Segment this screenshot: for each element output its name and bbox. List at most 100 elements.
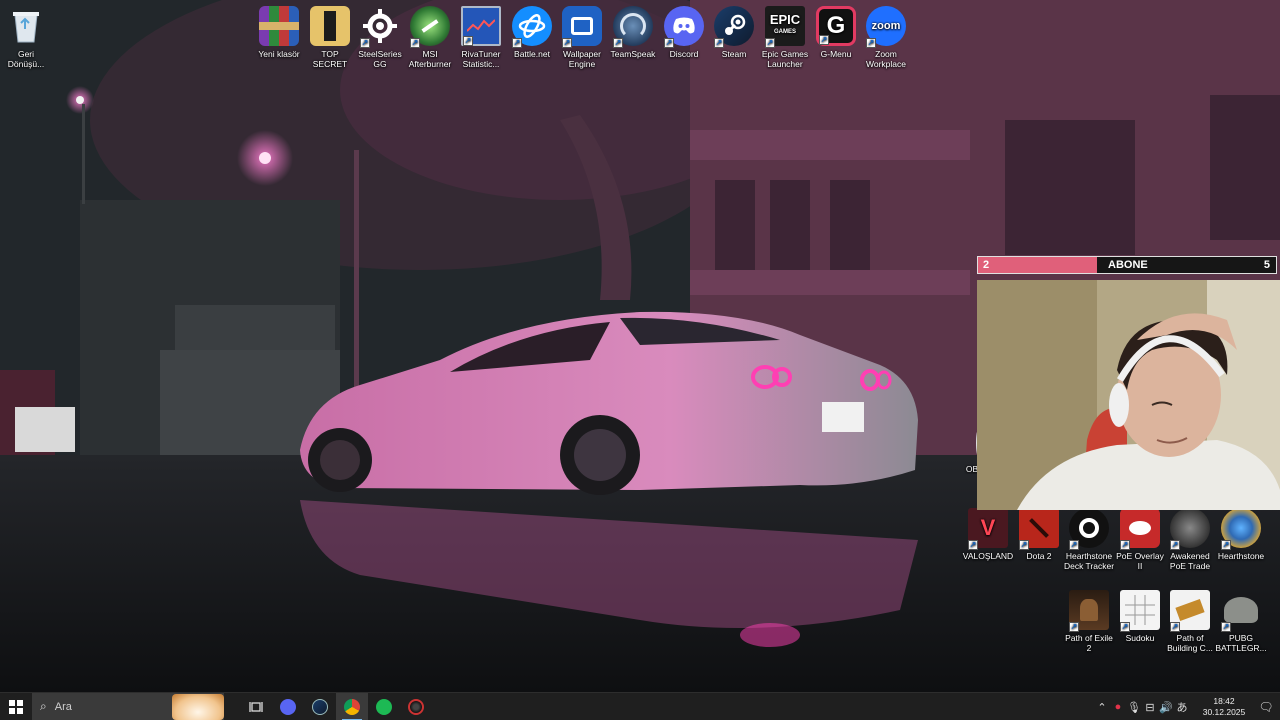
awakened-poe-icon: ↗ xyxy=(1170,508,1210,550)
wallpaper-engine-icon: ↗ xyxy=(562,6,602,48)
clock-date: 30.12.2025 xyxy=(1202,707,1246,717)
recycle-bin-icon xyxy=(6,6,46,46)
desktop-icon-label: Path of Building C... xyxy=(1167,633,1213,653)
desktop-icon-steam[interactable]: ↗ Steam xyxy=(708,6,760,59)
shortcut-arrow-icon: ↗ xyxy=(1221,540,1231,550)
shortcut-arrow-icon: ↗ xyxy=(1019,540,1029,550)
subscriber-goal-widget: 2 ABONE 5 xyxy=(977,256,1277,274)
discord-icon: ↗ xyxy=(664,6,704,48)
taskbar: ⌕ Ara ⌃ ● 🎙 ⊟ 🔊 あ 18:42 30.12.2025 🗨 xyxy=(0,692,1280,720)
desktop-icon-teamspeak[interactable]: ↗ TeamSpeak xyxy=(607,6,659,59)
poe-overlay-icon: ↗ xyxy=(1120,508,1160,550)
desktop-icon-label: G-Menu xyxy=(820,49,852,59)
start-button[interactable] xyxy=(0,693,32,720)
steelseries-icon: ↗ xyxy=(360,6,400,48)
desktop-icon-rivatuner[interactable]: ↗ RivaTuner Statistic... xyxy=(455,6,507,69)
taskbar-search-box[interactable]: ⌕ Ara xyxy=(32,692,224,720)
desktop-icon-steelseries-gg[interactable]: ↗ SteelSeries GG xyxy=(354,6,406,69)
shortcut-arrow-icon: ↗ xyxy=(1120,540,1130,550)
hdt-icon: ↗ xyxy=(1069,508,1109,550)
taskbar-clock[interactable]: 18:42 30.12.2025 xyxy=(1196,696,1252,718)
desktop-icon-label: Yeni klasör xyxy=(258,49,300,59)
notification-icon: 🗨 xyxy=(1258,700,1274,714)
desktop-icon-label: MSI Afterburner xyxy=(408,49,452,69)
search-placeholder: Ara xyxy=(54,700,72,713)
desktop-icon-battle-net[interactable]: ↗ Battle.net xyxy=(506,6,558,59)
language-icon[interactable]: あ xyxy=(1174,699,1190,715)
desktop-icon-epic-games[interactable]: EPIC GAMES ↗ Epic Games Launcher xyxy=(759,6,811,69)
volume-icon[interactable]: 🔊 xyxy=(1158,701,1174,714)
desktop-icon-top-secret[interactable]: TOP SECRET xyxy=(304,6,356,69)
chrome-icon xyxy=(344,698,360,715)
webcam-overlay xyxy=(977,280,1280,510)
desktop-icon-label: PUBG BATTLEGR... xyxy=(1215,633,1267,653)
msi-afterburner-icon: ↗ xyxy=(410,6,450,48)
desktop-icon-recycle-bin[interactable]: Geri Dönüşü... xyxy=(0,6,52,69)
taskbar-spotify[interactable] xyxy=(368,693,400,720)
desktop-icon-label: VALOŞLAND xyxy=(962,551,1014,561)
shortcut-arrow-icon: ↗ xyxy=(463,36,473,46)
clock-time: 18:42 xyxy=(1213,696,1235,706)
desktop-icon-label: Dota 2 xyxy=(1026,551,1052,561)
desktop-icon-label: PoE Overlay II xyxy=(1116,551,1164,571)
pubg-icon: ↗ xyxy=(1221,590,1261,632)
desktop-icon-hearthstone[interactable]: ↗ Hearthstone xyxy=(1215,508,1267,561)
valorant-icon: V ↗ xyxy=(968,508,1008,550)
desktop-icon-valosland[interactable]: V ↗ VALOŞLAND xyxy=(962,508,1014,561)
desktop-icon-label: Battle.net xyxy=(514,49,550,59)
shortcut-arrow-icon: ↗ xyxy=(1170,540,1180,550)
desktop-icon-label: Hearthstone xyxy=(1217,551,1265,561)
subscriber-goal-label: ABONE xyxy=(1108,259,1148,271)
taskbar-msi-afterburner[interactable] xyxy=(400,693,432,720)
shortcut-arrow-icon: ↗ xyxy=(765,38,775,48)
desktop-icon-label: Path of Exile 2 xyxy=(1065,633,1113,653)
desktop-icon-discord[interactable]: ↗ Discord xyxy=(658,6,710,59)
desktop-icon-msi-afterburner[interactable]: ↗ MSI Afterburner xyxy=(404,6,456,69)
folder-icon xyxy=(310,6,350,46)
desktop-icon-dota-2[interactable]: ↗ Dota 2 xyxy=(1013,508,1065,561)
windows-logo-icon xyxy=(9,699,23,714)
desktop-icon-hearthstone-deck-tracker[interactable]: ↗ Hearthstone Deck Tracker xyxy=(1063,508,1115,571)
desktop-icon-awakened-poe-trade[interactable]: ↗ Awakened PoE Trade xyxy=(1164,508,1216,571)
desktop-icon-zoom[interactable]: zoom ↗ Zoom Workplace xyxy=(860,6,912,69)
shortcut-arrow-icon: ↗ xyxy=(562,38,572,48)
teamspeak-icon: ↗ xyxy=(613,6,653,48)
msi-afterburner-icon xyxy=(408,698,424,715)
desktop-icon-label: RivaTuner Statistic... xyxy=(461,49,501,69)
taskbar-discord[interactable] xyxy=(272,693,304,720)
desktop-icon-label: Wallpaper Engine xyxy=(563,49,601,69)
desktop-icon-sudoku[interactable]: ↗ Sudoku xyxy=(1114,590,1166,643)
desktop-icon-path-of-exile-2[interactable]: ↗ Path of Exile 2 xyxy=(1063,590,1115,653)
dota2-icon: ↗ xyxy=(1019,508,1059,550)
taskbar-steam[interactable] xyxy=(304,693,336,720)
shortcut-arrow-icon: ↗ xyxy=(1170,622,1180,632)
battlenet-icon: ↗ xyxy=(512,6,552,48)
network-icon[interactable]: ⊟ xyxy=(1142,701,1158,714)
desktop-icon-label: Awakened PoE Trade xyxy=(1169,551,1211,571)
zoom-icon: zoom ↗ xyxy=(866,6,906,48)
tray-overflow-chevron-icon[interactable]: ⌃ xyxy=(1094,701,1110,714)
subscriber-goal-target: 5 xyxy=(1263,259,1270,271)
shortcut-arrow-icon: ↗ xyxy=(1120,622,1130,632)
winrar-archive-icon xyxy=(259,6,299,46)
path-of-building-icon: ↗ xyxy=(1170,590,1210,632)
taskbar-task-view-button[interactable] xyxy=(240,693,272,720)
desktop-icon-path-of-building[interactable]: ↗ Path of Building C... xyxy=(1164,590,1216,653)
steam-icon: ↗ xyxy=(714,6,754,48)
desktop-icon-pubg[interactable]: ↗ PUBG BATTLEGR... xyxy=(1215,590,1267,653)
shortcut-arrow-icon: ↗ xyxy=(360,38,370,48)
notification-center-button[interactable]: 🗨 xyxy=(1252,693,1280,720)
desktop-icon-label: Zoom Workplace xyxy=(866,49,906,69)
desktop-icon-label: TOP SECRET xyxy=(312,49,348,69)
discord-icon xyxy=(280,698,296,715)
hearthstone-icon: ↗ xyxy=(1221,508,1261,550)
desktop-icon-g-menu[interactable]: G ↗ G-Menu xyxy=(810,6,862,59)
desktop-icon-poe-overlay[interactable]: ↗ PoE Overlay II xyxy=(1114,508,1166,571)
shortcut-arrow-icon: ↗ xyxy=(819,35,829,45)
microphone-icon[interactable]: 🎙 xyxy=(1126,701,1142,714)
desktop-icon-wallpaper-engine[interactable]: ↗ Wallpaper Engine xyxy=(556,6,608,69)
desktop-icon-yeni-klasor[interactable]: Yeni klasör xyxy=(253,6,305,59)
tray-recording-icon[interactable]: ● xyxy=(1110,701,1126,713)
taskbar-chrome[interactable] xyxy=(336,692,368,720)
shortcut-arrow-icon: ↗ xyxy=(1221,622,1231,632)
